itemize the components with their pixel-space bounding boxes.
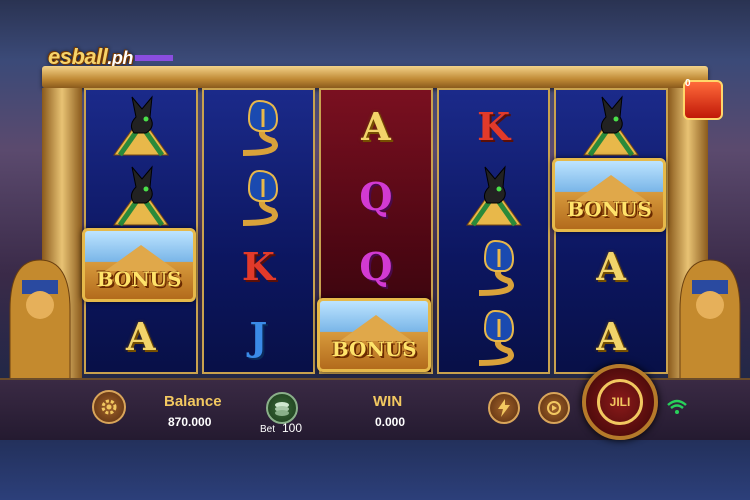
sphinx-right [679, 259, 741, 380]
reel-grid: BONUS A KJ A Q Q BONUS K BONUS A A [82, 88, 668, 374]
bet-label: Bet [260, 424, 276, 435]
symbol-cell: K [204, 230, 314, 302]
bet-value: 100 [282, 421, 303, 435]
letter-k-symbol: K [477, 103, 511, 149]
win-label: WIN [373, 393, 403, 410]
balance-label: Balance [164, 393, 222, 410]
jackpot-count: 0 [685, 78, 691, 89]
bonus-symbol: BONUS [552, 158, 667, 232]
autoplay-icon[interactable] [538, 392, 570, 424]
sphinx-left [9, 259, 71, 380]
anubis-symbol [86, 160, 196, 232]
win-value: 0.000 [375, 415, 406, 429]
letter-j-symbol: J [249, 313, 268, 359]
turbo-icon[interactable] [488, 392, 520, 424]
chips-icon[interactable] [266, 392, 298, 424]
symbol-cell: A [321, 90, 431, 162]
anubis-symbol [556, 90, 666, 162]
symbol-cell: J [204, 300, 314, 372]
reel-5: BONUS A A [552, 88, 668, 374]
bonus-symbol: BONUS [317, 298, 432, 372]
temple-frame-top [42, 66, 708, 88]
bonus-symbol: BONUS [82, 228, 196, 302]
letter-k-symbol: K [241, 243, 275, 289]
anubis-symbol [86, 90, 196, 162]
cobra-symbol [439, 230, 549, 302]
spin-button[interactable]: JILI [582, 364, 658, 440]
letter-a-symbol: A [126, 313, 156, 359]
cobra-symbol [439, 300, 549, 372]
symbol-cell: Q [321, 160, 431, 232]
letter-a-symbol: A [596, 313, 626, 359]
watermark-suffix: .ph [107, 48, 133, 68]
symbol-cell: A [556, 230, 666, 302]
spin-logo: JILI [597, 379, 643, 425]
settings-gear-icon[interactable] [92, 390, 126, 424]
balance-value: 870.000 [168, 415, 212, 429]
letter-a-symbol: A [596, 243, 626, 289]
letter-a-symbol: A [361, 103, 391, 149]
anubis-symbol [439, 160, 549, 232]
symbol-cell: K [439, 90, 549, 162]
symbol-cell: A [556, 300, 666, 372]
reel-4: K [436, 88, 551, 374]
letter-q-symbol: Q [359, 173, 393, 219]
letter-q-symbol: Q [359, 243, 393, 289]
symbol-cell: A [86, 300, 196, 372]
cobra-symbol [204, 90, 314, 162]
symbol-cell: Q [321, 230, 431, 302]
cobra-symbol [204, 160, 314, 232]
reel-2: KJ [201, 88, 316, 374]
reel-3: A Q Q BONUS [317, 88, 433, 374]
reel-1: BONUS A [82, 88, 198, 374]
wifi-icon [667, 399, 687, 414]
